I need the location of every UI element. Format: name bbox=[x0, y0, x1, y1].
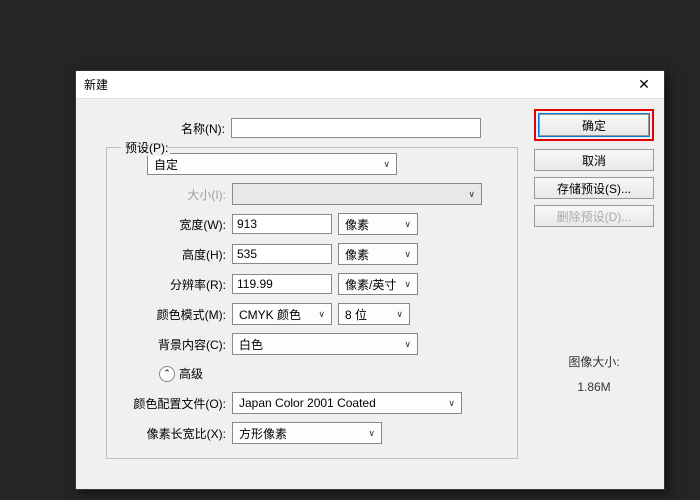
size-label: 大小(I): bbox=[107, 186, 232, 203]
preset-label: 预设(P): bbox=[123, 139, 170, 156]
colorprofile-label: 颜色配置文件(O): bbox=[107, 395, 232, 412]
chevron-down-icon: ∨ bbox=[404, 339, 411, 350]
dialog-title: 新建 bbox=[84, 76, 632, 93]
colormode-label: 颜色模式(M): bbox=[107, 306, 232, 323]
ok-highlight-box: 确定 bbox=[534, 109, 654, 141]
new-document-dialog: 新建 ✕ 名称(N): 预设(P): 自定∨ 大小(I): bbox=[75, 70, 665, 490]
bgcontent-label: 背景内容(C): bbox=[107, 336, 232, 353]
chevron-down-icon: ∨ bbox=[318, 309, 325, 320]
resolution-input[interactable] bbox=[232, 274, 332, 294]
image-size-info: 图像大小: 1.86M bbox=[534, 353, 654, 394]
height-unit-select[interactable]: 像素∨ bbox=[338, 243, 418, 265]
pixelaspect-select[interactable]: 方形像素∨ bbox=[232, 422, 382, 444]
chevron-down-icon: ∨ bbox=[404, 249, 411, 260]
preset-group: 预设(P): 自定∨ 大小(I): ∨ 宽度(W): bbox=[106, 147, 518, 459]
width-label: 宽度(W): bbox=[107, 216, 232, 233]
chevron-down-icon: ∨ bbox=[383, 159, 390, 170]
image-size-label: 图像大小: bbox=[534, 353, 654, 370]
cancel-button[interactable]: 取消 bbox=[534, 149, 654, 171]
ok-button[interactable]: 确定 bbox=[539, 114, 649, 136]
bitdepth-select[interactable]: 8 位∨ bbox=[338, 303, 410, 325]
pixelaspect-label: 像素长宽比(X): bbox=[107, 425, 232, 442]
button-column: 确定 取消 存储预设(S)... 删除预设(D)... 图像大小: 1.86M bbox=[534, 99, 664, 489]
chevron-down-icon: ∨ bbox=[404, 219, 411, 230]
size-select: ∨ bbox=[232, 183, 482, 205]
height-input[interactable] bbox=[232, 244, 332, 264]
delete-preset-button: 删除预设(D)... bbox=[534, 205, 654, 227]
resolution-label: 分辨率(R): bbox=[107, 276, 232, 293]
colorprofile-select[interactable]: Japan Color 2001 Coated∨ bbox=[232, 392, 462, 414]
preset-select[interactable]: 自定∨ bbox=[147, 153, 397, 175]
chevron-down-icon: ∨ bbox=[368, 428, 375, 439]
bgcontent-select[interactable]: 白色∨ bbox=[232, 333, 418, 355]
resolution-unit-select[interactable]: 像素/英寸∨ bbox=[338, 273, 418, 295]
advanced-label: 高级 bbox=[179, 365, 203, 382]
form-area: 名称(N): 预设(P): 自定∨ 大小(I): ∨ bbox=[76, 99, 534, 489]
colormode-select[interactable]: CMYK 颜色∨ bbox=[232, 303, 332, 325]
titlebar: 新建 ✕ bbox=[76, 71, 664, 99]
chevron-down-icon: ∨ bbox=[396, 309, 403, 320]
chevron-down-icon: ∨ bbox=[404, 279, 411, 290]
dialog-content: 名称(N): 预设(P): 自定∨ 大小(I): ∨ bbox=[76, 99, 664, 489]
height-label: 高度(H): bbox=[107, 246, 232, 263]
chevron-down-icon: ∨ bbox=[448, 398, 455, 409]
name-input[interactable] bbox=[231, 118, 481, 138]
save-preset-button[interactable]: 存储预设(S)... bbox=[534, 177, 654, 199]
close-icon[interactable]: ✕ bbox=[632, 73, 656, 97]
chevron-down-icon: ∨ bbox=[468, 189, 475, 200]
name-label: 名称(N): bbox=[76, 120, 231, 137]
width-unit-select[interactable]: 像素∨ bbox=[338, 213, 418, 235]
advanced-toggle[interactable]: ⌃ 高级 bbox=[159, 365, 511, 382]
image-size-value: 1.86M bbox=[534, 380, 654, 394]
width-input[interactable] bbox=[232, 214, 332, 234]
collapse-icon: ⌃ bbox=[159, 366, 175, 382]
